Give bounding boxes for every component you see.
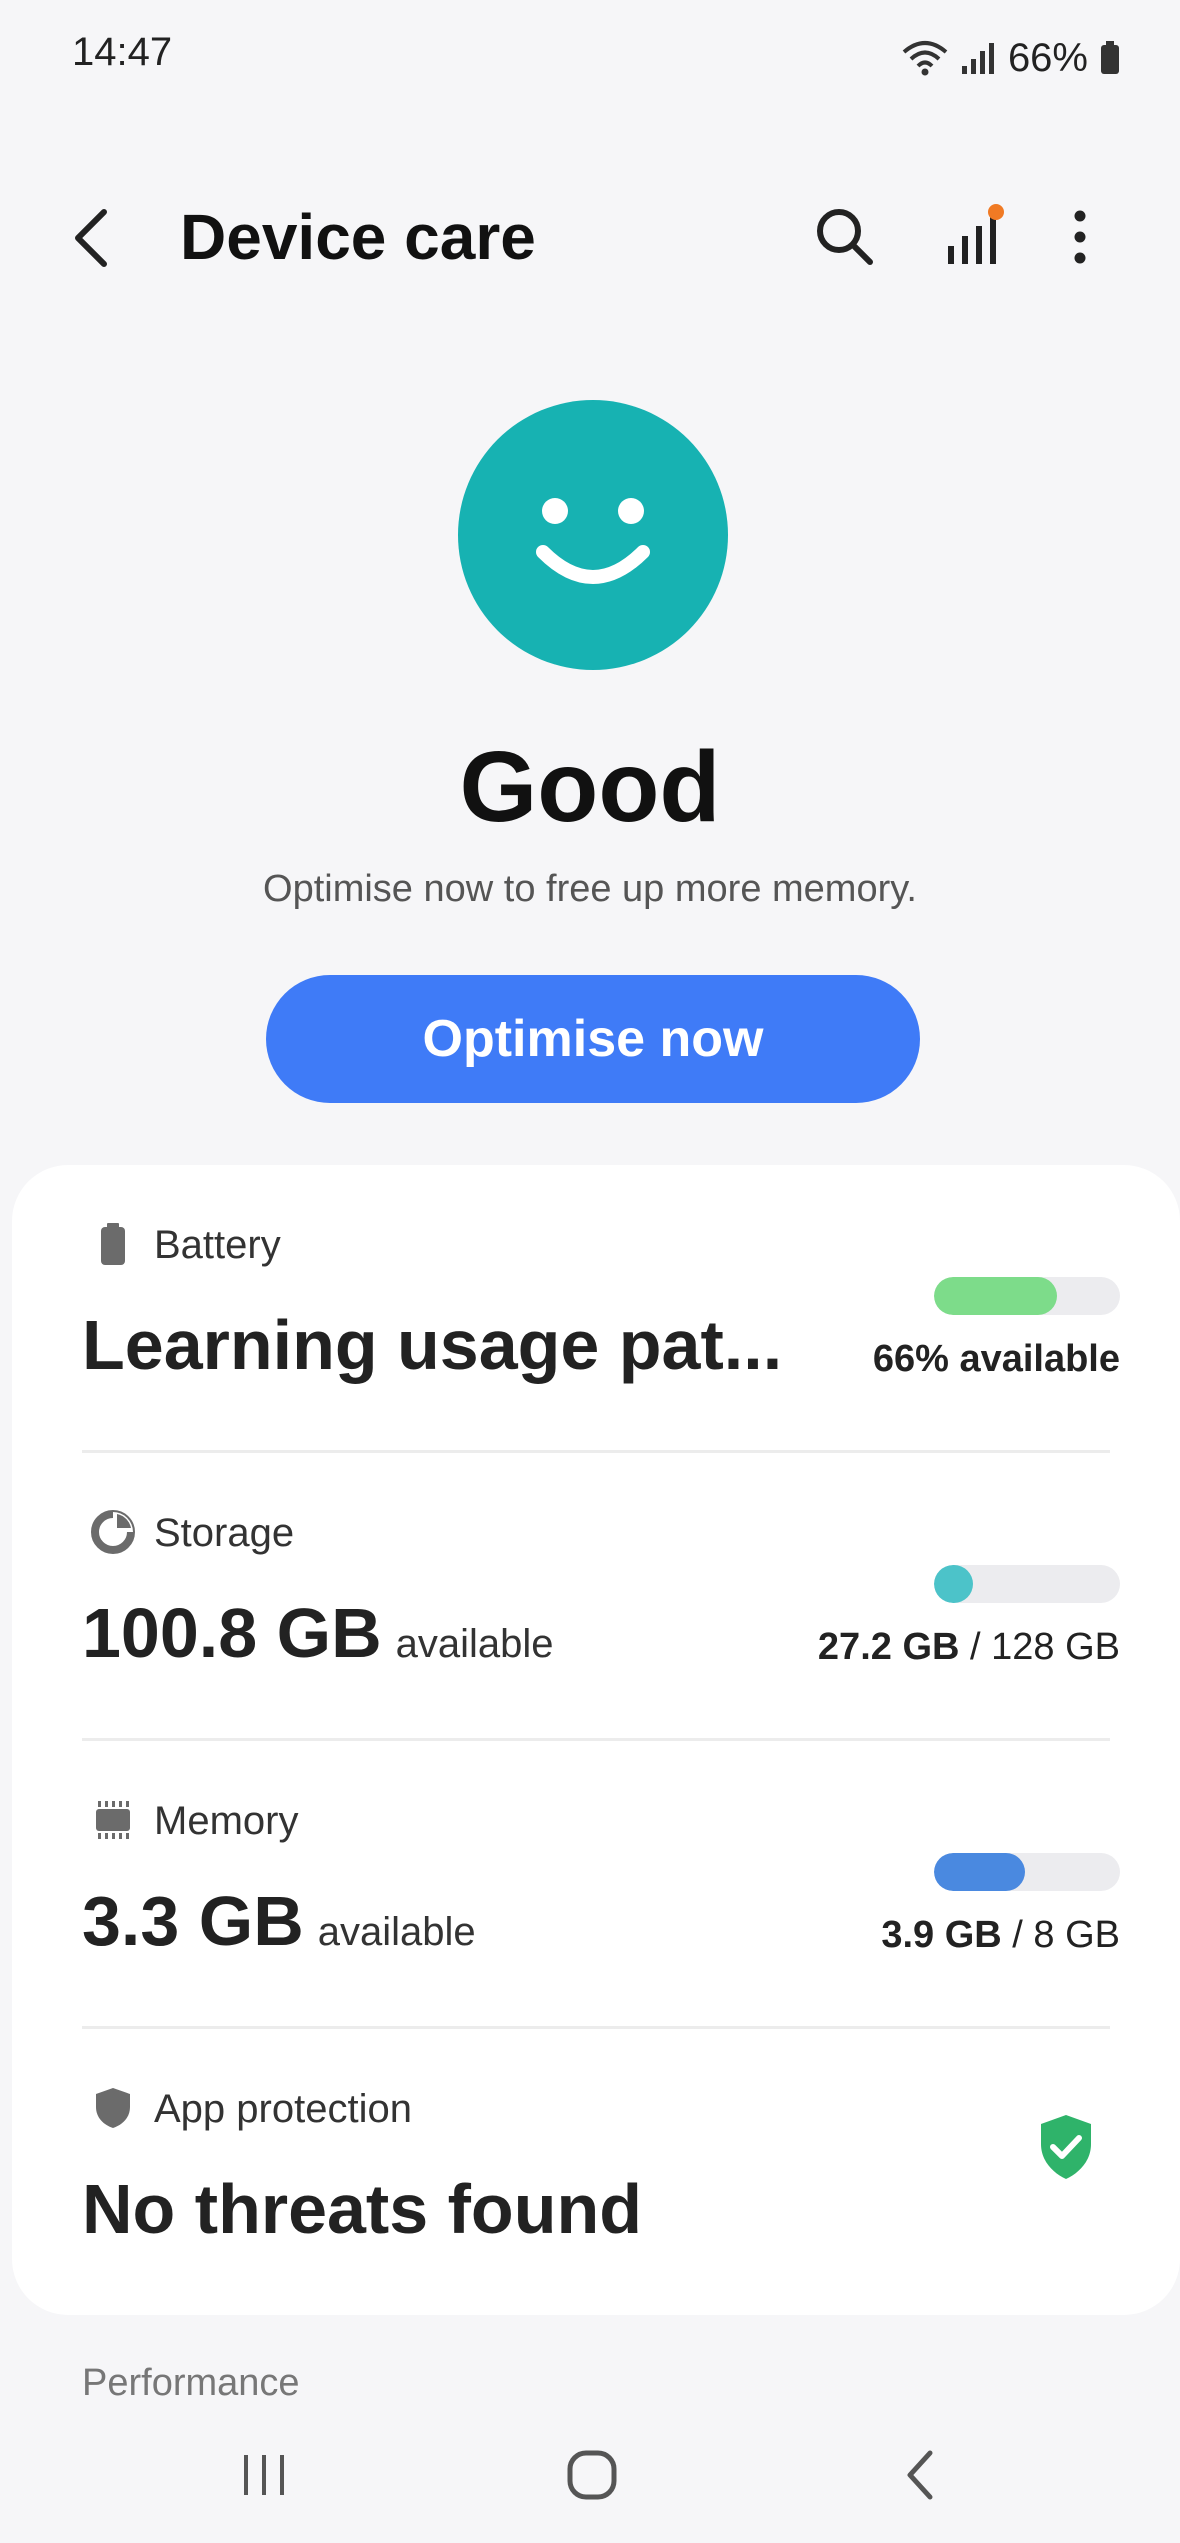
device-status-headline: Good <box>459 731 721 843</box>
storage-label: Storage <box>154 1511 295 1555</box>
notification-dot <box>988 204 1004 220</box>
smiley-icon <box>536 498 650 584</box>
more-icon <box>1074 210 1086 264</box>
chip-icon <box>96 1801 130 1839</box>
storage-available-value: 100.8 GB <box>82 1594 382 1672</box>
shield-check-icon <box>1041 2115 1091 2179</box>
battery-progress-fill <box>934 1277 1057 1315</box>
battery-row[interactable]: Battery Learning usage pat... 66% availa… <box>12 1165 1180 1455</box>
app-protection-label: App protection <box>154 2087 412 2131</box>
back-button[interactable] <box>70 198 140 278</box>
home-button[interactable] <box>552 2435 632 2515</box>
battery-icon <box>1101 41 1119 74</box>
shield-icon <box>96 2088 130 2128</box>
search-icon <box>817 209 873 265</box>
storage-row[interactable]: Storage 100.8 GB available 27.2 GB / 128 … <box>12 1453 1180 1743</box>
recents-button[interactable] <box>224 2435 304 2515</box>
page-title: Device care <box>180 201 536 273</box>
memory-progress-bar <box>934 1853 1120 1891</box>
app-bar: Device care <box>0 180 1180 300</box>
device-status-message: Optimise now to free up more memory. <box>263 868 917 910</box>
app-protection-row[interactable]: App protection No threats found <box>12 2029 1180 2309</box>
memory-total: / 8 GB <box>1012 1914 1120 1956</box>
back-nav-icon <box>907 2450 933 2500</box>
wifi-icon <box>902 41 948 76</box>
battery-icon <box>101 1223 125 1265</box>
recents-icon <box>244 2455 284 2495</box>
battery-percent: 66% <box>1007 35 1088 80</box>
storage-progress-bar <box>934 1565 1120 1603</box>
storage-available-suffix: available <box>395 1622 554 1666</box>
battery-label: Battery <box>154 1223 281 1267</box>
app-protection-status: No threats found <box>82 2170 642 2248</box>
pie-icon <box>91 1510 135 1554</box>
memory-progress-fill <box>934 1853 1026 1891</box>
status-face-icon <box>458 400 728 670</box>
stats-button[interactable] <box>940 202 1010 272</box>
home-icon <box>567 2450 617 2500</box>
back-icon <box>75 209 107 267</box>
battery-available-text: 66% available <box>872 1338 1120 1380</box>
search-button[interactable] <box>810 202 880 272</box>
battery-status: Learning usage pat... <box>82 1306 783 1384</box>
memory-label: Memory <box>154 1799 299 1843</box>
status-icons: 66% <box>902 30 1120 86</box>
navigation-bar <box>0 2400 1180 2543</box>
storage-used: 27.2 GB <box>817 1626 960 1668</box>
back-nav-button[interactable] <box>880 2435 960 2515</box>
storage-usage: 27.2 GB / 128 GB <box>818 1626 1120 1669</box>
memory-available-suffix: available <box>317 1910 476 1954</box>
battery-available: 66% available <box>873 1338 1120 1381</box>
memory-available-value: 3.3 GB <box>82 1882 304 1960</box>
battery-progress-bar <box>934 1277 1120 1315</box>
memory-usage: 3.9 GB / 8 GB <box>881 1914 1120 1957</box>
signal-icon <box>961 43 994 74</box>
more-options-button[interactable] <box>1055 202 1105 272</box>
memory-row[interactable]: Memory 3.3 GB available 3.9 GB / 8 GB <box>12 1741 1180 2031</box>
memory-available: 3.3 GB available <box>82 1881 476 1961</box>
storage-total: / 128 GB <box>970 1626 1120 1668</box>
status-bar: 14:47 66% <box>0 0 1180 120</box>
memory-used: 3.9 GB <box>881 1914 1002 1956</box>
device-care-card: Battery Learning usage pat... 66% availa… <box>12 1165 1180 2315</box>
stats-icon <box>948 204 1004 264</box>
storage-progress-fill <box>934 1565 974 1603</box>
storage-available: 100.8 GB available <box>82 1593 554 1673</box>
status-time: 14:47 <box>72 30 173 74</box>
optimise-now-button[interactable]: Optimise now <box>266 975 920 1103</box>
